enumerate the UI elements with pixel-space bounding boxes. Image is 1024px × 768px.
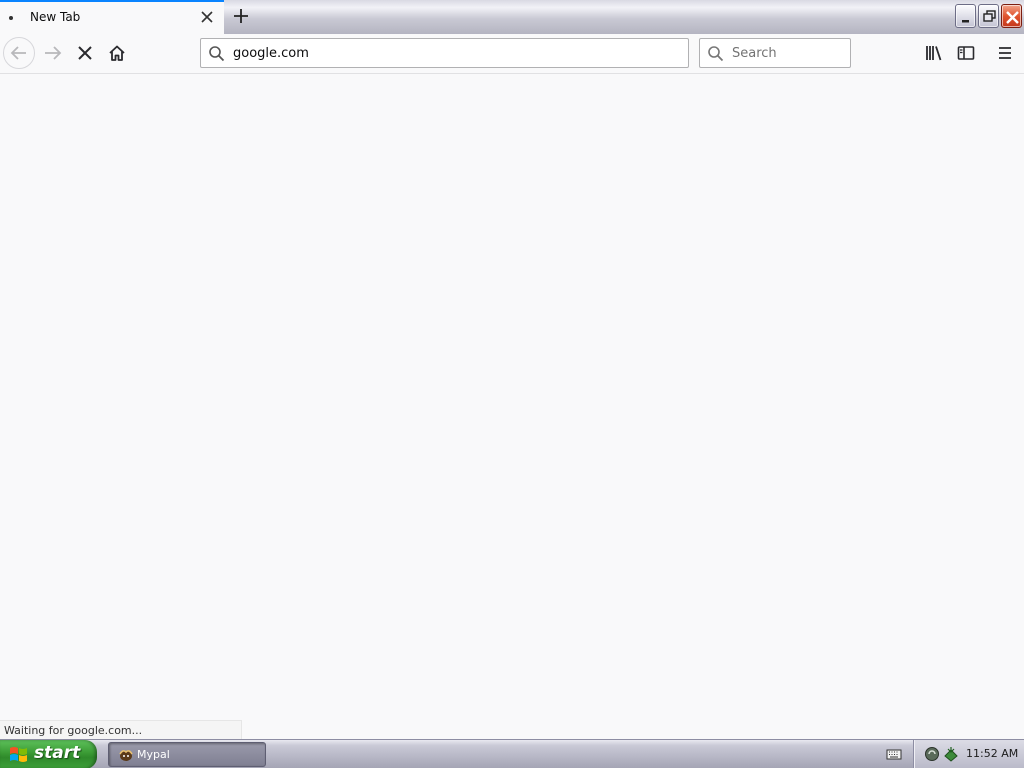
back-button[interactable] (3, 37, 35, 69)
network-icon[interactable] (943, 746, 959, 762)
arrow-right-icon (45, 46, 62, 60)
sidebar-toggle-button[interactable] (951, 38, 981, 68)
arrow-left-icon (10, 46, 26, 60)
taskbar-item-label: Mypal (137, 748, 170, 761)
search-icon (208, 45, 225, 62)
forward-button[interactable] (37, 37, 69, 69)
taskbar-item-mypal[interactable]: Mypal (108, 742, 266, 767)
start-label: start (34, 743, 81, 763)
start-button[interactable]: start (0, 740, 97, 768)
home-button[interactable] (101, 37, 133, 69)
sidebar-icon (957, 46, 975, 60)
tab-new-tab[interactable]: New Tab (0, 0, 224, 34)
security-shield-icon[interactable] (924, 746, 940, 762)
page-content-area[interactable] (0, 75, 1024, 738)
close-tab-icon[interactable] (199, 9, 215, 25)
search-icon (707, 45, 724, 62)
library-button[interactable] (919, 38, 949, 68)
tab-title: New Tab (30, 10, 81, 24)
close-window-button[interactable] (1001, 4, 1022, 28)
minimize-icon (962, 20, 969, 23)
open-menu-button[interactable] (990, 38, 1020, 68)
windows-logo-icon (9, 745, 28, 764)
taskbar: start Mypal 11:52 AM (0, 739, 1024, 768)
search-input[interactable]: Search (732, 46, 777, 61)
system-tray: 11:52 AM (913, 740, 1024, 768)
restore-window-button[interactable] (978, 4, 999, 28)
tab-loading-indicator (9, 16, 13, 20)
status-text: Waiting for google.com... (4, 724, 143, 737)
tab-strip: New Tab (0, 0, 1024, 34)
new-tab-plus-icon[interactable] (230, 5, 252, 27)
restore-icon (983, 10, 996, 22)
address-bar-text[interactable]: google.com (233, 46, 309, 61)
address-bar[interactable]: google.com (200, 38, 689, 68)
search-box[interactable]: Search (699, 38, 851, 68)
hamburger-menu-icon (999, 47, 1011, 59)
library-icon (926, 46, 942, 61)
stop-loading-button[interactable] (69, 37, 101, 69)
system-clock[interactable]: 11:52 AM (966, 747, 1018, 760)
minimize-window-button[interactable] (955, 4, 976, 28)
home-icon (109, 45, 125, 61)
mypal-app-icon (118, 747, 134, 763)
close-icon (1006, 11, 1019, 24)
status-panel: Waiting for google.com... (0, 720, 242, 739)
keyboard-icon[interactable] (886, 747, 902, 761)
stop-x-icon (78, 46, 92, 60)
navigation-toolbar: google.com Search (0, 34, 1024, 74)
